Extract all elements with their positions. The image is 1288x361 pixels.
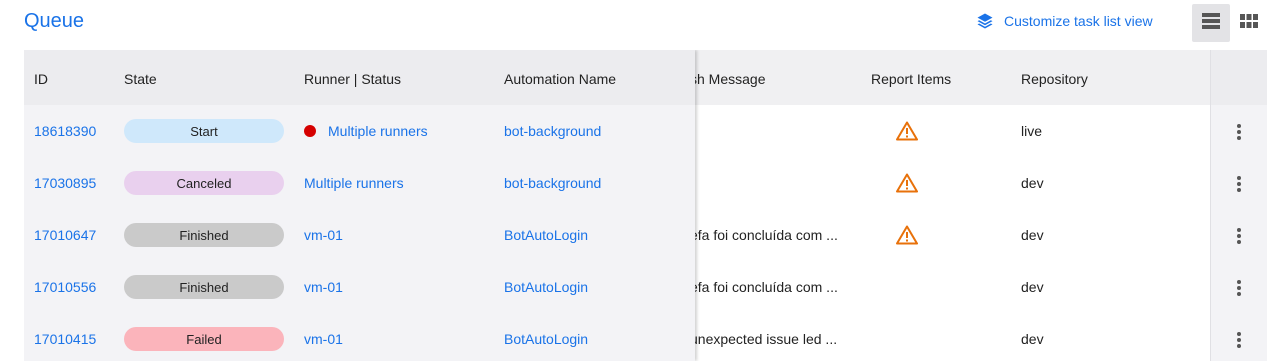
state-badge: Failed (124, 327, 284, 351)
column-header-report-items[interactable]: Report Items (871, 71, 951, 87)
grid-view-button[interactable] (1230, 4, 1268, 42)
automation-link[interactable]: bot-background (504, 123, 601, 139)
task-table: sh Message Report Items Repository live … (24, 50, 1267, 361)
table-row-frozen[interactable]: 18618390 Start Multiple runners bot-back… (24, 105, 1267, 157)
more-options-icon[interactable] (1231, 330, 1247, 350)
more-options-icon[interactable] (1231, 278, 1247, 298)
runner-link[interactable]: vm-01 (304, 227, 343, 243)
layers-icon (976, 12, 994, 30)
state-badge: Finished (124, 275, 284, 299)
task-id-link[interactable]: 17010415 (34, 331, 96, 347)
more-options-icon[interactable] (1231, 174, 1247, 194)
table-row-frozen[interactable]: 17010556 Finished vm-01 BotAutoLogin (24, 261, 1267, 313)
column-header-state[interactable]: State (124, 71, 157, 87)
column-header-repository[interactable]: Repository (1021, 71, 1088, 87)
task-id-link[interactable]: 17010647 (34, 227, 96, 243)
column-header-automation-name[interactable]: Automation Name (504, 71, 616, 87)
column-header-finish-message[interactable]: sh Message (690, 71, 765, 87)
row-actions-column (1210, 50, 1267, 361)
task-id-link[interactable]: 17010556 (34, 279, 96, 295)
automation-link[interactable]: BotAutoLogin (504, 227, 588, 243)
actions-header (1211, 50, 1267, 105)
column-header-id[interactable]: ID (34, 71, 48, 87)
column-header-runner-status[interactable]: Runner | Status (304, 71, 401, 87)
state-badge: Canceled (124, 171, 284, 195)
task-id-link[interactable]: 17030895 (34, 175, 96, 191)
list-view-button[interactable] (1192, 4, 1230, 42)
table-header-scrollable: sh Message Report Items Repository (690, 50, 1210, 105)
page-title: Queue (24, 10, 85, 32)
table-row-frozen[interactable]: 17030895 Canceled Multiple runners bot-b… (24, 157, 1267, 209)
table-row-frozen[interactable]: 17010647 Finished vm-01 BotAutoLogin (24, 209, 1267, 261)
automation-link[interactable]: bot-background (504, 175, 601, 191)
table-header-frozen: ID State Runner | Status Automation Name (24, 50, 695, 105)
frozen-columns-pane: ID State Runner | Status Automation Name… (24, 50, 695, 361)
more-options-icon[interactable] (1231, 226, 1247, 246)
runner-label: Multiple runners (328, 123, 428, 139)
customize-label: Customize task list view (1004, 13, 1153, 29)
grid-view-icon (1240, 13, 1258, 33)
automation-link[interactable]: BotAutoLogin (504, 331, 588, 347)
runner-status-dot-icon (304, 125, 316, 137)
table-row-frozen[interactable]: 17010415 Failed vm-01 BotAutoLogin (24, 313, 1267, 361)
state-badge: Finished (124, 223, 284, 247)
runner-link[interactable]: vm-01 (304, 279, 343, 295)
automation-link[interactable]: BotAutoLogin (504, 279, 588, 295)
runner-link[interactable]: Multiple runners (304, 123, 428, 139)
runner-link[interactable]: Multiple runners (304, 175, 404, 191)
state-badge: Start (124, 119, 284, 143)
customize-task-list-button[interactable]: Customize task list view (976, 12, 1153, 30)
list-view-icon (1202, 12, 1220, 34)
runner-link[interactable]: vm-01 (304, 331, 343, 347)
more-options-icon[interactable] (1231, 122, 1247, 142)
task-id-link[interactable]: 18618390 (34, 123, 96, 139)
